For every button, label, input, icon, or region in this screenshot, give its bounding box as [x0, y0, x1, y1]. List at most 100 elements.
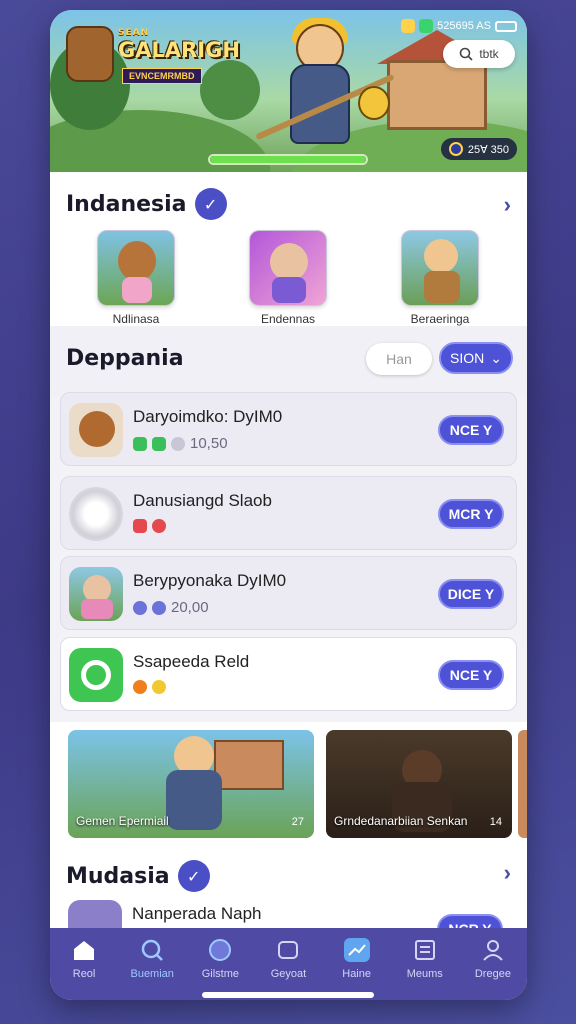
tag-icon — [152, 519, 166, 533]
logo-subtitle: EVNCEMRMBD — [122, 68, 202, 84]
chart-icon — [343, 938, 370, 962]
hero-banner[interactable]: SEAN GALARIGH EVNCEMRMBD 525695 AS tbtk … — [50, 10, 527, 172]
hero-progress-fill — [210, 156, 366, 163]
section-title: Indanesia ✓ — [66, 188, 227, 220]
item-meta — [133, 680, 166, 694]
nav-item-home[interactable]: Reol — [51, 938, 117, 980]
section-title: Deppania — [66, 346, 184, 371]
action-button[interactable]: NCE Y — [438, 415, 504, 445]
tag-icon — [133, 600, 147, 615]
profile-icon — [480, 938, 506, 962]
chevron-right-icon[interactable]: › — [504, 860, 511, 886]
character-shirt — [81, 599, 113, 619]
feature-carousel: Gemen Epermiail 27 Grndedanarbiian Senka… — [50, 722, 527, 840]
home-icon — [71, 938, 97, 962]
game-logo: SEAN GALARIGH EVNCEMRMBD — [66, 22, 246, 86]
feature-count: 14 — [489, 816, 502, 828]
apps-icon — [275, 938, 301, 962]
feature-card[interactable]: Gemen Epermiail 27 — [68, 730, 314, 838]
bear-character — [79, 411, 115, 447]
item-meta — [133, 519, 166, 533]
list-item[interactable]: Danusiangd Slaob MCR Y — [60, 476, 517, 550]
app-tile[interactable]: Ndlinasa — [86, 230, 186, 326]
app-icon — [401, 230, 479, 306]
feature-caption: Grndedanarbiian Senkan — [334, 814, 468, 828]
nav-label: Reol — [72, 968, 96, 980]
nav-label: Buemian — [130, 968, 174, 980]
tag-icon — [133, 519, 147, 533]
nav-item-menu[interactable]: Meums — [392, 938, 458, 980]
fox-character — [270, 243, 308, 281]
section-title-text: Deppania — [66, 346, 184, 371]
sort-dropdown-label: SION — [450, 350, 485, 366]
tag-icon — [152, 600, 166, 615]
currency-pill[interactable]: 25Ɐ 350 — [440, 138, 517, 160]
list-item[interactable]: Berypyonaka DyIM0 20,00 DICE Y — [60, 556, 517, 630]
section-deppania-header: Deppania Han SION ⌄ — [50, 326, 527, 396]
section-mudasia: Mudasia ✓ › Nanperada Naph NCR Y — [50, 840, 527, 944]
app-icon — [69, 567, 123, 621]
character-shirt — [122, 277, 152, 303]
search-button[interactable]: tbtk — [443, 40, 515, 68]
item-name: Berypyonaka DyIM0 — [133, 571, 287, 590]
nav-item-apps[interactable]: Geyoat — [255, 938, 321, 980]
chat-icon — [81, 660, 111, 690]
search-icon — [460, 47, 473, 61]
verified-icon: ✓ — [177, 860, 210, 892]
feature-count: 27 — [291, 816, 304, 828]
logo-top-text: SEAN — [118, 28, 150, 38]
menu-icon — [412, 938, 438, 962]
nav-item-games[interactable]: Gilstme — [187, 938, 253, 980]
app-icon — [69, 648, 123, 702]
battery-icon — [495, 20, 517, 32]
hero-shield — [358, 86, 390, 120]
action-button[interactable]: MCR Y — [438, 499, 504, 529]
feature-card[interactable]: Grndedanarbiian Senkan 14 — [326, 730, 512, 838]
tag-icon — [133, 436, 147, 451]
list-item[interactable]: Ssapeeda Reld NCE Y — [60, 637, 517, 711]
nav-label: Gilstme — [201, 968, 239, 980]
item-name: Daryoimdko: DyIM0 — [133, 407, 283, 426]
chevron-right-icon[interactable]: › — [504, 192, 511, 218]
tag-icon — [152, 680, 166, 694]
card-house — [214, 740, 284, 790]
section-title-text: Mudasia — [66, 863, 170, 889]
character-armor — [424, 271, 460, 303]
nav-label: Dregee — [474, 968, 511, 980]
filter-button[interactable]: Han — [366, 343, 432, 375]
nav-item-profile[interactable]: Dregee — [460, 938, 526, 980]
list-item[interactable]: Daryoimdko: DyIM0 10,50 NCE Y — [60, 392, 517, 466]
action-button[interactable]: DICE Y — [438, 579, 504, 609]
nav-item-chart[interactable]: Haine — [324, 938, 390, 980]
banner-house — [387, 60, 487, 130]
bottom-navigation: Reol Buemian Gilstme Geyoat Haine Meums … — [50, 928, 527, 1000]
item-meta-value: 20,00 — [171, 599, 209, 616]
action-button[interactable]: NCE Y — [438, 660, 504, 690]
coin-icon — [401, 19, 416, 33]
home-indicator[interactable] — [202, 992, 374, 998]
coin-icon — [448, 142, 463, 156]
app-icon — [97, 230, 175, 306]
section-title: Mudasia ✓ — [66, 860, 210, 892]
next-card-peek — [518, 730, 527, 838]
nav-item-search[interactable]: Buemian — [119, 938, 185, 980]
gem-icon — [419, 19, 434, 33]
app-tile[interactable]: Beraeringa — [390, 230, 490, 326]
status-text: 525695 AS — [437, 20, 491, 32]
character-shirt — [272, 277, 306, 303]
app-label: Beraeringa — [410, 312, 470, 326]
nav-label: Haine — [342, 968, 371, 980]
app-icon — [249, 230, 327, 306]
hero-body — [290, 64, 350, 144]
hero-progress-bar — [208, 154, 368, 165]
sort-dropdown[interactable]: SION ⌄ — [439, 342, 513, 374]
section-indanesia: Indanesia ✓ › Ndlinasa Endennas Beraerin… — [50, 172, 527, 326]
nav-label: Geyoat — [270, 968, 307, 980]
app-tile[interactable]: Endennas — [238, 230, 338, 326]
item-meta: 10,50 — [133, 435, 228, 452]
currency-value: 25Ɐ 350 — [467, 143, 509, 156]
bear-character — [118, 241, 156, 281]
hero-body — [166, 770, 222, 830]
app-label: Endennas — [260, 312, 316, 326]
tag-icon — [171, 436, 185, 451]
